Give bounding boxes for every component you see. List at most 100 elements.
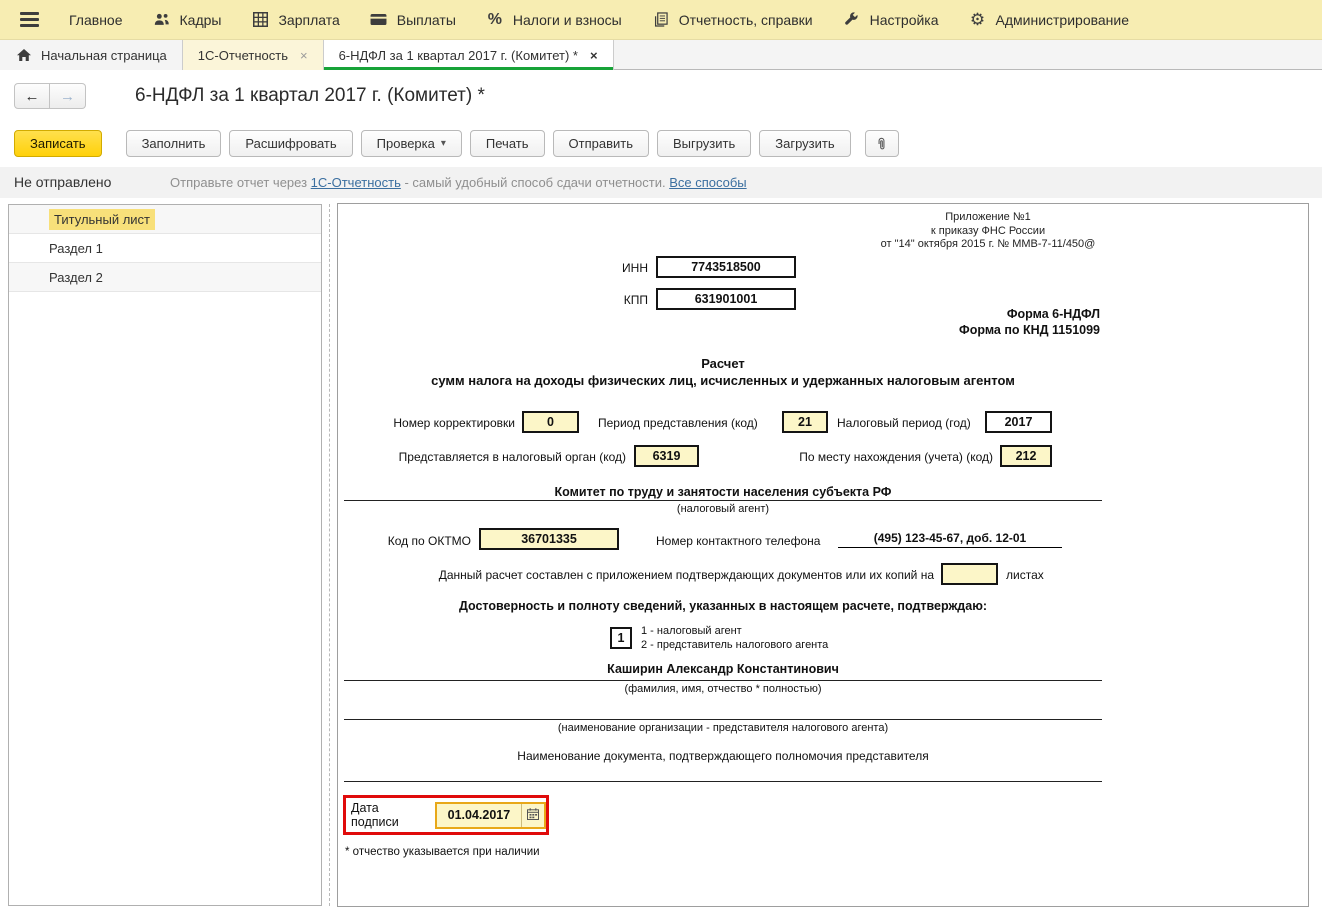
print-button[interactable]: Печать: [470, 130, 545, 157]
section-list: Титульный лист Раздел 1 Раздел 2: [8, 204, 322, 906]
menu-label: Отчетность, справки: [679, 12, 813, 28]
inn-label: ИНН: [538, 261, 648, 275]
link-all-methods[interactable]: Все способы: [669, 175, 746, 190]
sidebar-item-label: Раздел 2: [49, 270, 103, 285]
tab-home-page[interactable]: Начальная страница: [0, 40, 183, 70]
history-nav: ← →: [14, 83, 86, 109]
signer-type-option-2: 2 - представитель налогового агента: [641, 638, 828, 652]
status-badge: Не отправлено: [14, 174, 111, 190]
save-button[interactable]: Записать: [14, 130, 102, 157]
location-code-label: По месту нахождения (учета) (код): [718, 450, 993, 464]
button-label: Выгрузить: [673, 136, 735, 151]
paperclip-icon: [873, 136, 891, 152]
menu-label: Зарплата: [278, 12, 339, 28]
app-window: Главное Кадры Зарплата Выплаты % Налоги …: [0, 0, 1322, 916]
form-name: Форма 6-НДФЛ: [778, 306, 1100, 322]
fill-button[interactable]: Заполнить: [126, 130, 222, 157]
inn-field[interactable]: 7743518500: [656, 256, 796, 278]
home-icon: [15, 47, 33, 63]
check-dropdown-button[interactable]: Проверка ▾: [361, 130, 462, 157]
report-documents-icon: [652, 12, 670, 28]
status-message-text: Отправьте отчет через: [170, 175, 311, 190]
sidebar-item-section-2[interactable]: Раздел 2: [9, 263, 321, 292]
attachments-count-field[interactable]: [941, 563, 998, 585]
calendar-picker-button[interactable]: [522, 804, 544, 827]
signer-type-field[interactable]: 1: [610, 627, 632, 649]
tax-authority-field[interactable]: 6319: [634, 445, 699, 467]
sidebar-item-label: Титульный лист: [49, 209, 155, 230]
period-label: Период представления (код): [598, 416, 758, 430]
wallet-icon: [370, 12, 388, 28]
tax-year-field[interactable]: 2017: [985, 411, 1052, 433]
form-header-note: Приложение №1 к приказу ФНС России от "1…: [818, 211, 1158, 252]
period-field[interactable]: 21: [782, 411, 828, 433]
tax-agent-name: Комитет по труду и занятости населения с…: [338, 485, 1108, 499]
sidebar-item-title-page[interactable]: Титульный лист: [9, 205, 321, 234]
percent-icon: %: [486, 12, 504, 28]
import-button[interactable]: Загрузить: [759, 130, 850, 157]
signer-type-options: 1 - налоговый агент 2 - представитель на…: [641, 624, 828, 652]
kpp-field[interactable]: 631901001: [656, 288, 796, 310]
forward-arrow-icon: →: [60, 88, 75, 105]
tax-year-label: Налоговый период (год): [837, 416, 971, 430]
menu-item-kadry[interactable]: Кадры: [153, 12, 222, 28]
form-rule: [344, 781, 1102, 782]
form-rule: [344, 500, 1102, 501]
menu-label: Кадры: [180, 12, 222, 28]
sidebar-item-section-1[interactable]: Раздел 1: [9, 234, 321, 263]
attachments-suffix-label: листах: [1006, 568, 1044, 582]
menu-item-vyplaty[interactable]: Выплаты: [370, 12, 456, 28]
calendar-icon: [527, 808, 539, 823]
menu-item-zarplata[interactable]: Зарплата: [251, 12, 339, 28]
back-button[interactable]: ←: [14, 83, 50, 109]
location-code-field[interactable]: 212: [1000, 445, 1052, 467]
oktmo-label: Код по ОКТМО: [338, 534, 471, 548]
export-button[interactable]: Выгрузить: [657, 130, 751, 157]
hamburger-icon[interactable]: [20, 9, 39, 30]
forward-button[interactable]: →: [50, 83, 86, 109]
chevron-down-icon: ▾: [441, 138, 446, 149]
note-line: от "14" октября 2015 г. № ММВ-7-11/450@: [818, 238, 1158, 252]
sign-date-highlight-box: Дата подписи 01.04.2017: [343, 795, 549, 835]
sign-date-field[interactable]: 01.04.2017: [435, 802, 546, 829]
menu-label: Администрирование: [996, 12, 1130, 28]
button-label: Проверка: [377, 136, 435, 151]
oktmo-field[interactable]: 36701335: [479, 528, 619, 550]
tab-1c-otchetnost[interactable]: 1С-Отчетность ×: [183, 40, 324, 70]
menu-item-nalogi[interactable]: % Налоги и взносы: [486, 12, 622, 28]
phone-field[interactable]: (495) 123-45-67, доб. 12-01: [838, 531, 1062, 548]
link-1c-otchetnost[interactable]: 1С-Отчетность: [311, 175, 401, 190]
decrypt-button[interactable]: Расшифровать: [229, 130, 352, 157]
sign-date-label: Дата подписи: [351, 801, 428, 829]
correction-label: Номер корректировки: [338, 416, 515, 430]
tab-6ndfl-report[interactable]: 6-НДФЛ за 1 квартал 2017 г. (Комитет) * …: [324, 40, 614, 70]
menu-item-glavnoe[interactable]: Главное: [69, 12, 123, 28]
menu-label: Выплаты: [397, 12, 456, 28]
close-icon[interactable]: ×: [296, 48, 308, 63]
status-bar: Не отправлено Отправьте отчет через 1С-О…: [0, 167, 1322, 198]
panel-splitter[interactable]: [329, 204, 330, 906]
main-menubar: Главное Кадры Зарплата Выплаты % Налоги …: [0, 0, 1322, 40]
menu-label: Настройка: [870, 12, 939, 28]
tab-label: 6-НДФЛ за 1 квартал 2017 г. (Комитет) *: [339, 48, 578, 63]
form-rule: [344, 680, 1102, 681]
form-title-line1: Расчет: [338, 356, 1108, 371]
status-message: Отправьте отчет через 1С-Отчетность - са…: [170, 175, 747, 190]
attachment-button[interactable]: [865, 130, 899, 157]
kpp-label: КПП: [538, 293, 648, 307]
close-icon[interactable]: ×: [586, 48, 598, 63]
button-label: Печать: [486, 136, 529, 151]
wrench-icon: [843, 12, 861, 28]
send-button[interactable]: Отправить: [553, 130, 649, 157]
button-label: Расшифровать: [245, 136, 336, 151]
menu-item-otchetnost[interactable]: Отчетность, справки: [652, 12, 813, 28]
correction-field[interactable]: 0: [522, 411, 579, 433]
menu-item-administrirovanie[interactable]: ⚙ Администрирование: [969, 12, 1130, 28]
button-label: Записать: [30, 136, 86, 151]
sign-date-value[interactable]: 01.04.2017: [437, 804, 521, 827]
footnote: * отчество указывается при наличии: [345, 846, 540, 858]
tax-authority-label: Представляется в налоговый орган (код): [338, 450, 626, 464]
form-title-line2: сумм налога на доходы физических лиц, ис…: [338, 373, 1108, 388]
menu-item-nastroyka[interactable]: Настройка: [843, 12, 939, 28]
form-code-block: Форма 6-НДФЛ Форма по КНД 1151099: [778, 306, 1100, 338]
